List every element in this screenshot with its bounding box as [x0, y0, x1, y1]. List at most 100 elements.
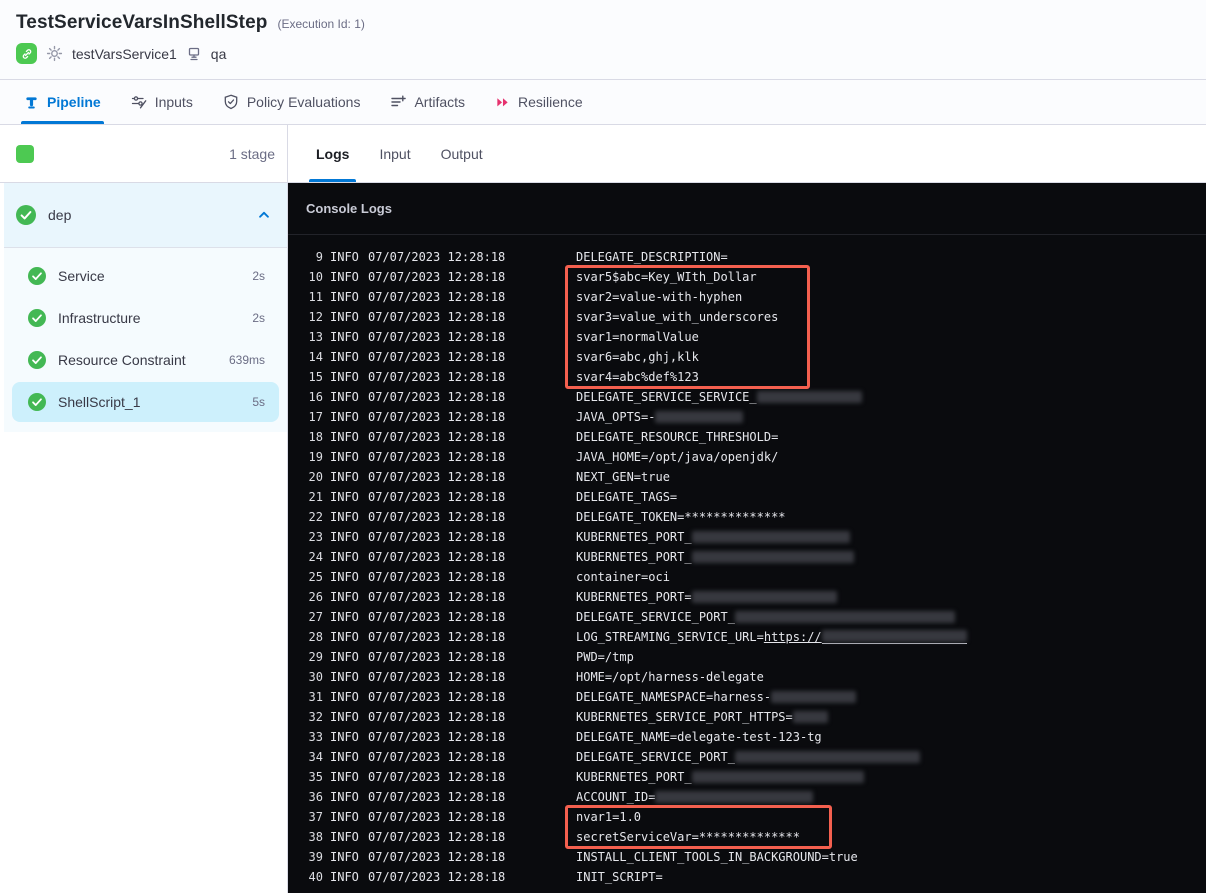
log-line: 21 INFO 07/07/2023 12:28:18 DELEGATE_TAGS= [288, 487, 1206, 507]
log-message: nvar1=1.0 [576, 810, 641, 824]
log-line: 11 INFO 07/07/2023 12:28:18 svar2=value-wit… [288, 287, 1206, 307]
log-message: HOME=/opt/harness-delegate [576, 670, 764, 684]
tab-label: Inputs [154, 94, 193, 110]
log-message: svar6=abc,ghj,klk [576, 350, 699, 364]
log-line-number: 25 [308, 570, 323, 584]
chevron-up-icon[interactable] [257, 208, 271, 222]
log-level: INFO [330, 310, 359, 324]
log-message: DELEGATE_SERVICE_SERVICE_ [576, 390, 862, 404]
log-level: INFO [330, 590, 359, 604]
log-timestamp: 07/07/2023 12:28:18 [368, 590, 506, 604]
inputs-icon [131, 94, 147, 110]
step-service[interactable]: Service 2s [12, 256, 279, 296]
log-level: INFO [330, 530, 359, 544]
log-message: INSTALL_CLIENT_TOOLS_IN_BACKGROUND=true [576, 850, 858, 864]
stage-count-label: 1 stage [229, 145, 275, 162]
log-line-number: 21 [308, 490, 323, 504]
log-link[interactable]: https:// [764, 630, 822, 644]
log-level: INFO [330, 830, 359, 844]
environment-name[interactable]: qa [211, 46, 227, 62]
log-line-number: 10 [308, 270, 323, 284]
step-resource-constraint[interactable]: Resource Constraint 639ms [12, 340, 279, 380]
log-line: 36 INFO 07/07/2023 12:28:18 ACCOUNT_ID= [288, 787, 1206, 807]
log-line: 15 INFO 07/07/2023 12:28:18 svar4=abc%def%1… [288, 367, 1206, 387]
step-duration: 2s [252, 311, 265, 325]
log-level: INFO [330, 570, 359, 584]
log-line: 40 INFO 07/07/2023 12:28:18 INIT_SCRIPT= [288, 867, 1206, 887]
log-line: 27 INFO 07/07/2023 12:28:18 DELEGATE_SERVIC… [288, 607, 1206, 627]
log-level: INFO [330, 770, 359, 784]
log-level: INFO [330, 750, 359, 764]
logs-tab-input[interactable]: Input [379, 125, 410, 182]
service-name[interactable]: testVarsService1 [72, 46, 177, 62]
log-line: 9 INFO 07/07/2023 12:28:18 DELEGATE_DESCRIP… [288, 247, 1206, 267]
log-level: INFO [330, 870, 359, 884]
tab-artifacts[interactable]: Artifacts [390, 80, 465, 124]
tab-inputs[interactable]: Inputs [131, 80, 193, 124]
log-line-number: 33 [308, 730, 323, 744]
log-level: INFO [330, 630, 359, 644]
log-level: INFO [330, 810, 359, 824]
log-line-number: 24 [308, 550, 323, 564]
step-infrastructure[interactable]: Infrastructure 2s [12, 298, 279, 338]
log-line-number: 29 [308, 650, 323, 664]
log-line-number: 36 [308, 790, 323, 804]
log-timestamp: 07/07/2023 12:28:18 [368, 530, 506, 544]
redacted-text [655, 791, 814, 803]
log-line: 33 INFO 07/07/2023 12:28:18 DELEGATE_NAME=d… [288, 727, 1206, 747]
log-timestamp: 07/07/2023 12:28:18 [368, 570, 506, 584]
tab-policy-evaluations[interactable]: Policy Evaluations [223, 80, 360, 124]
log-message: KUBERNETES_PORT= [576, 590, 837, 604]
redacted-text [691, 771, 864, 783]
step-shellscript-1[interactable]: ShellScript_1 5s [12, 382, 279, 422]
log-level: INFO [330, 290, 359, 304]
log-level: INFO [330, 790, 359, 804]
log-line: 19 INFO 07/07/2023 12:28:18 JAVA_HOME=/opt/… [288, 447, 1206, 467]
redacted-text [821, 630, 967, 642]
redacted-text [734, 751, 920, 763]
log-text: NEXT_GEN=true [576, 470, 670, 484]
log-text: DELEGATE_SERVICE_PORT_ [576, 750, 735, 764]
logs-tab-output[interactable]: Output [441, 125, 483, 182]
log-timestamp: 07/07/2023 12:28:18 [368, 650, 506, 664]
log-message: PWD=/tmp [576, 650, 634, 664]
log-text: DELEGATE_TAGS= [576, 490, 678, 504]
log-text: JAVA_HOME=/opt/java/openjdk/ [576, 450, 779, 464]
log-message: NEXT_GEN=true [576, 470, 670, 484]
log-line-number: 16 [308, 390, 323, 404]
main-tabbar: Pipeline Inputs Policy Evaluations Artifact… [0, 80, 1206, 125]
log-line-number: 38 [308, 830, 323, 844]
step-duration: 2s [252, 269, 265, 283]
log-level: INFO [330, 370, 359, 384]
log-message: KUBERNETES_PORT_ [576, 550, 854, 564]
console-title: Console Logs [306, 201, 392, 216]
logs-tab-logs[interactable]: Logs [308, 125, 358, 182]
log-text: svar4=abc%def%123 [576, 370, 699, 384]
log-text: secretServiceVar=************** [576, 830, 800, 844]
tab-pipeline[interactable]: Pipeline [21, 80, 104, 124]
log-message: INIT_SCRIPT= [576, 870, 663, 884]
log-text: svar3=value_with_underscores [576, 310, 779, 324]
log-line-number: 40 [308, 870, 323, 884]
log-line: 14 INFO 07/07/2023 12:28:18 svar6=abc,ghj,k… [288, 347, 1206, 367]
log-level: INFO [330, 510, 359, 524]
stage-header-dep[interactable]: dep [4, 183, 287, 247]
log-timestamp: 07/07/2023 12:28:18 [368, 790, 506, 804]
log-line-number: 23 [308, 530, 323, 544]
tab-resilience[interactable]: Resilience [495, 80, 583, 124]
log-level: INFO [330, 650, 359, 664]
execution-id: (Execution Id: 1) [277, 17, 365, 31]
log-level: INFO [330, 430, 359, 444]
log-message: DELEGATE_SERVICE_PORT_ [576, 610, 955, 624]
log-line-number: 35 [308, 770, 323, 784]
log-message: ACCOUNT_ID= [576, 790, 814, 804]
redacted-text [792, 711, 828, 723]
log-message: DELEGATE_NAMESPACE=harness- [576, 690, 857, 704]
check-circle-icon [28, 267, 46, 285]
log-line: 25 INFO 07/07/2023 12:28:18 container=oci [288, 567, 1206, 587]
log-message: KUBERNETES_SERVICE_PORT_HTTPS= [576, 710, 828, 724]
resilience-icon [495, 95, 510, 110]
log-timestamp: 07/07/2023 12:28:18 [368, 450, 506, 464]
step-label: Resource Constraint [58, 352, 186, 368]
log-message: DELEGATE_TAGS= [576, 490, 677, 504]
